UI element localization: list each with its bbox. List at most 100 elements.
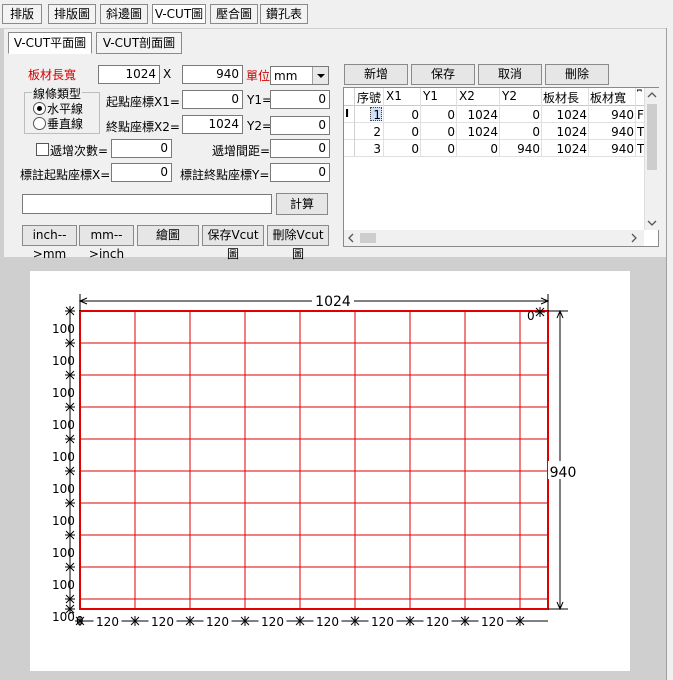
inch-to-mm-button[interactable]: inch-->mm: [22, 225, 77, 261]
table-cell[interactable]: 1024: [457, 125, 498, 139]
horizontal-radio[interactable]: [33, 102, 46, 115]
radio-selected-dot: [37, 106, 42, 111]
y1-field[interactable]: 0: [270, 90, 330, 109]
row-spacing-label: 100: [52, 514, 75, 528]
delete-button[interactable]: 刪除: [545, 64, 609, 85]
vcut-data-grid[interactable]: 序號 X1 Y1 X2 Y2 板材長 板材寬 ⎴ I 1 0 0 1024 0 …: [343, 87, 659, 247]
mm-to-inch-button[interactable]: mm-->inch: [79, 225, 134, 261]
board-length-label: 1024: [315, 294, 351, 310]
subtab-vcut-plan[interactable]: V-CUT平面圖: [8, 32, 92, 54]
board-width-field[interactable]: 940: [182, 65, 243, 84]
table-cell[interactable]: 940: [589, 142, 634, 156]
vertical-scrollbar[interactable]: [644, 88, 659, 230]
increment-spacing-field[interactable]: 0: [270, 139, 330, 158]
table-cell[interactable]: 0: [421, 108, 455, 122]
table-cell[interactable]: 940: [500, 142, 540, 156]
col-header-board-width[interactable]: 板材寬: [590, 89, 626, 106]
table-cell[interactable]: 1: [356, 108, 381, 122]
row-spacing-label: 100: [52, 322, 75, 336]
table-cell[interactable]: 1024: [542, 108, 587, 122]
end-x-field[interactable]: 1024: [182, 115, 243, 134]
column-spacing-label: 120: [151, 615, 174, 629]
unit-select-value: mm: [274, 69, 298, 83]
increment-count-label: 遞增次數=: [50, 144, 109, 158]
vcut-drawing: 10249400100100100100100100100100100100 0 1…: [52, 291, 578, 629]
cancel-button[interactable]: 取消: [478, 64, 542, 85]
board-width-label: 940: [550, 465, 577, 481]
column-spacing-label: 120: [371, 615, 394, 629]
vcut-drawing-canvas[interactable]: 1024 940 0 100 100 100 100 100 100 100 100 100 100 0 1…: [30, 271, 630, 671]
table-cell[interactable]: 3: [356, 142, 381, 156]
tab-layout[interactable]: 排版: [2, 4, 42, 24]
tab-press-drawing[interactable]: 壓合圖: [210, 4, 258, 24]
tab-drill-table[interactable]: 鑽孔表: [260, 4, 308, 24]
table-cell[interactable]: F: [637, 108, 644, 122]
horizontal-scrollbar[interactable]: [344, 230, 644, 246]
table-cell[interactable]: 0: [421, 142, 455, 156]
label-start-x-label: 標註起點座標X=: [20, 168, 111, 182]
save-vcut-button[interactable]: 保存Vcut圖: [202, 225, 264, 261]
y1-label: Y1=: [247, 93, 273, 107]
row-spacing-label: 100: [52, 482, 75, 496]
table-cell[interactable]: 940: [589, 108, 634, 122]
col-header-truncated[interactable]: ⎴: [637, 89, 644, 104]
corner-label: 0: [527, 309, 535, 323]
unit-label: 單位: [246, 69, 271, 83]
tab-vcut-drawing[interactable]: V-CUT圖: [152, 4, 206, 24]
table-cell[interactable]: 940: [589, 125, 634, 139]
end-x-label: 終點座標X2=: [106, 120, 180, 134]
y2-field[interactable]: 0: [270, 116, 330, 135]
table-cell[interactable]: 0: [384, 108, 419, 122]
calc-button[interactable]: 計算: [276, 193, 328, 215]
y2-label: Y2=: [247, 119, 273, 133]
column-spacing-label: 120: [96, 615, 119, 629]
board-length-field[interactable]: 1024: [98, 65, 160, 84]
table-cell[interactable]: 0: [384, 142, 419, 156]
col-header-y2[interactable]: Y2: [502, 89, 517, 103]
expression-field[interactable]: [22, 194, 272, 214]
increment-count-field[interactable]: 0: [111, 139, 172, 158]
add-button[interactable]: 新增: [344, 64, 408, 85]
draw-button[interactable]: 繪圖: [137, 225, 199, 246]
increment-checkbox[interactable]: [36, 143, 49, 156]
times-sign: X: [163, 67, 172, 81]
label-end-y-label: 標註終點座標Y=: [180, 168, 270, 182]
table-cell[interactable]: 0: [500, 108, 540, 122]
save-button[interactable]: 保存: [411, 64, 475, 85]
col-header-y1[interactable]: Y1: [423, 89, 438, 103]
vertical-label: 垂直線: [47, 117, 84, 131]
col-header-x2[interactable]: X2: [459, 89, 475, 103]
table-cell[interactable]: 2: [356, 125, 381, 139]
chevron-down-icon[interactable]: [312, 67, 328, 84]
vertical-radio[interactable]: [33, 117, 46, 130]
table-cell[interactable]: 0: [500, 125, 540, 139]
tab-bevel-drawing[interactable]: 斜邊圖: [100, 4, 148, 24]
table-cell[interactable]: 1024: [542, 125, 587, 139]
increment-spacing-label: 遞增間距=: [212, 144, 271, 158]
table-cell[interactable]: 0: [457, 142, 498, 156]
table-cell[interactable]: 0: [421, 125, 455, 139]
subtab-vcut-section[interactable]: V-CUT剖面圖: [96, 32, 182, 54]
row-cursor-icon: I: [345, 107, 350, 120]
row-spacing-label: 100: [52, 450, 75, 464]
row-spacing-label: 100: [52, 578, 75, 592]
row-spacing-label: 100: [52, 386, 75, 400]
board-size-label: 板材長寬: [28, 68, 77, 82]
table-cell[interactable]: T: [637, 125, 644, 139]
label-start-x-field[interactable]: 0: [111, 163, 172, 182]
col-header-index[interactable]: 序號: [357, 89, 381, 106]
table-cell[interactable]: 1024: [542, 142, 587, 156]
table-cell[interactable]: T: [637, 142, 644, 156]
col-header-x1[interactable]: X1: [386, 89, 402, 103]
table-cell[interactable]: 0: [384, 125, 419, 139]
start-x-field[interactable]: 0: [182, 90, 243, 109]
unit-select[interactable]: mm: [270, 66, 329, 85]
delete-vcut-button[interactable]: 刪除Vcut圖: [267, 225, 329, 261]
tab-layout-drawing[interactable]: 排版圖: [48, 4, 96, 24]
table-cell[interactable]: 1024: [457, 108, 498, 122]
label-end-y-field[interactable]: 0: [270, 163, 330, 182]
column-spacing-label: 120: [316, 615, 339, 629]
col-header-board-length[interactable]: 板材長: [543, 89, 579, 106]
column-spacing-label: 120: [481, 615, 504, 629]
origin-label: 0: [76, 614, 84, 628]
